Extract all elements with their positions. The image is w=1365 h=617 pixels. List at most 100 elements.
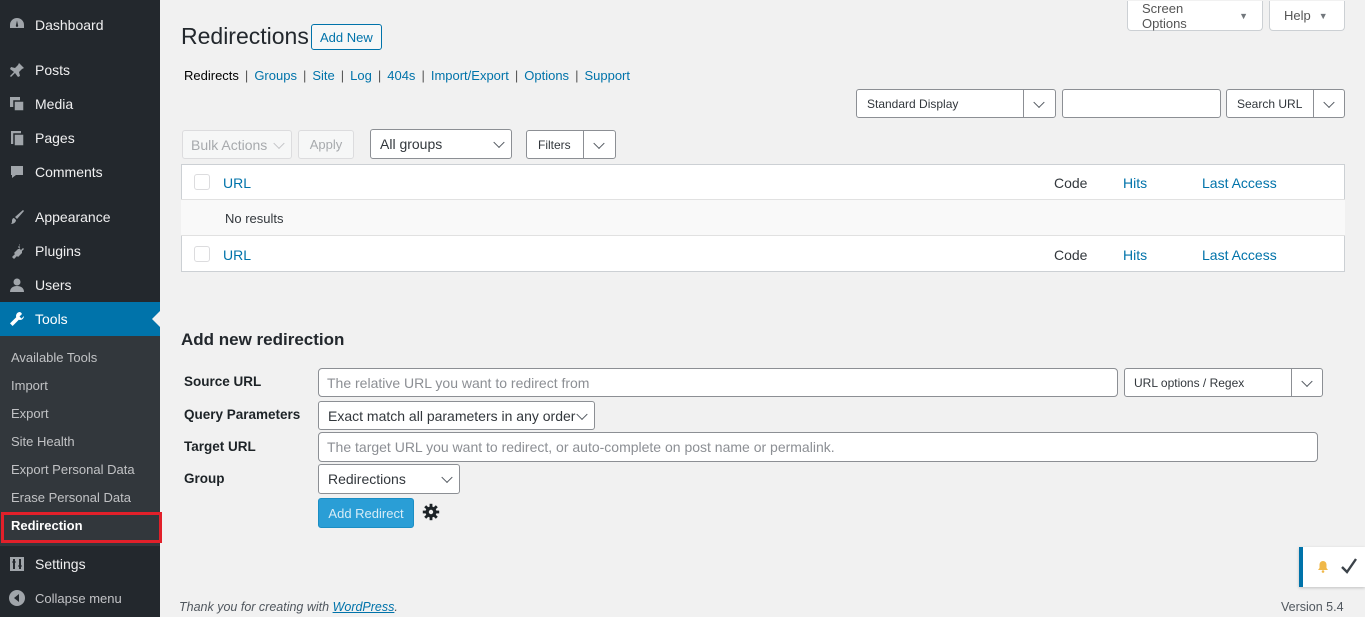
query-parameters-select[interactable]: Exact match all parameters in any order [318, 401, 595, 430]
submenu-import[interactable]: Import [11, 378, 48, 393]
url-options-value: URL options / Regex [1134, 375, 1245, 390]
submenu-available-tools[interactable]: Available Tools [11, 350, 97, 365]
screen-options-button[interactable]: Screen Options ▼ [1127, 1, 1263, 31]
admin-sidebar: Dashboard Posts Media Pages Comments App… [0, 0, 162, 617]
menu-pages[interactable]: Pages [0, 121, 160, 155]
column-last-access[interactable]: Last Access [1202, 247, 1277, 263]
filters-button[interactable]: Filters [526, 130, 616, 159]
footer-thanks-text: Thank you for creating with [179, 600, 330, 614]
subnav-separator: | [421, 68, 425, 83]
menu-label: Comments [35, 164, 103, 180]
search-input[interactable] [1062, 89, 1221, 118]
footer-thanks: Thank you for creating with WordPress. [179, 600, 398, 614]
display-select[interactable]: Standard Display [856, 89, 1056, 118]
subnav: Redirects | Groups | Site | Log | 404s |… [184, 68, 630, 83]
chevron-down-icon [593, 137, 605, 149]
menu-collapse[interactable]: Collapse menu [0, 581, 160, 615]
url-options-select[interactable]: URL options / Regex [1124, 368, 1323, 397]
column-last-access[interactable]: Last Access [1202, 175, 1277, 191]
subnav-log[interactable]: Log [350, 68, 372, 83]
source-url-label: Source URL [184, 374, 262, 389]
submenu-site-health[interactable]: Site Health [11, 434, 75, 449]
help-label: Help [1284, 8, 1311, 23]
submenu-export-personal-data[interactable]: Export Personal Data [11, 462, 135, 477]
chevron-down-icon [441, 471, 453, 484]
subnav-import-export[interactable]: Import/Export [431, 68, 509, 83]
menu-plugins[interactable]: Plugins [0, 234, 160, 268]
apply-button[interactable]: Apply [298, 130, 354, 159]
subnav-options[interactable]: Options [524, 68, 569, 83]
subnav-site[interactable]: Site [312, 68, 334, 83]
menu-users[interactable]: Users [0, 268, 160, 302]
bulk-actions-value: Bulk Actions [191, 136, 268, 153]
select-all-checkbox[interactable] [194, 246, 210, 262]
wordpress-link[interactable]: WordPress [333, 600, 395, 614]
select-divider [583, 131, 584, 158]
menu-label: Media [35, 96, 74, 112]
add-new-button[interactable]: Add New [311, 24, 382, 50]
settings-icon [8, 555, 26, 573]
submenu-erase-personal-data[interactable]: Erase Personal Data [11, 490, 131, 505]
group-label: Group [184, 471, 225, 486]
empty-message: No results [225, 211, 284, 226]
chevron-down-icon [1301, 375, 1313, 387]
menu-label: Tools [35, 311, 68, 327]
add-redirect-button[interactable]: Add Redirect [318, 498, 414, 528]
source-url-placeholder: The relative URL you want to redirect fr… [327, 374, 590, 391]
select-all-checkbox[interactable] [194, 174, 210, 190]
target-url-input[interactable]: The target URL you want to redirect, or … [318, 432, 1318, 462]
menu-label: Posts [35, 62, 71, 78]
subnav-support[interactable]: Support [584, 68, 630, 83]
subnav-redirects[interactable]: Redirects [184, 68, 239, 83]
column-url[interactable]: URL [223, 247, 251, 263]
menu-media[interactable]: Media [0, 87, 160, 121]
menu-label: Appearance [35, 209, 111, 225]
subnav-groups[interactable]: Groups [254, 68, 297, 83]
column-code: Code [1054, 175, 1088, 191]
select-divider [1023, 90, 1024, 117]
groups-select[interactable]: All groups [370, 129, 512, 159]
help-button[interactable]: Help ▼ [1269, 1, 1345, 31]
column-code: Code [1054, 247, 1088, 263]
chevron-down-icon [273, 137, 285, 149]
submenu-export[interactable]: Export [11, 406, 49, 421]
collapse-icon [8, 589, 26, 607]
menu-dashboard[interactable]: Dashboard [0, 8, 160, 42]
notification-widget[interactable] [1299, 547, 1365, 587]
menu-comments[interactable]: Comments [0, 155, 160, 189]
column-url[interactable]: URL [223, 175, 251, 191]
filters-label: Filters [538, 137, 571, 152]
column-hits[interactable]: Hits [1123, 247, 1147, 263]
wrench-icon [8, 310, 26, 328]
menu-posts[interactable]: Posts [0, 53, 160, 87]
source-url-input[interactable]: The relative URL you want to redirect fr… [318, 368, 1118, 397]
footer-period: . [394, 600, 398, 614]
pin-icon [8, 61, 26, 79]
checkmark-icon[interactable] [1339, 556, 1359, 579]
select-divider [1313, 90, 1314, 117]
bell-icon [1317, 560, 1329, 576]
chevron-down-icon [493, 136, 505, 149]
comment-icon [8, 163, 26, 181]
group-select-value: Redirections [328, 471, 406, 487]
display-select-value: Standard Display [867, 96, 959, 111]
bulk-actions-select[interactable]: Bulk Actions [182, 130, 292, 159]
table-row: No results [181, 200, 1345, 236]
subnav-404s[interactable]: 404s [387, 68, 415, 83]
menu-settings[interactable]: Settings [0, 547, 160, 581]
chevron-down-icon [1323, 96, 1335, 108]
subnav-separator: | [244, 68, 249, 83]
group-select[interactable]: Redirections [318, 464, 460, 494]
gear-icon[interactable] [422, 503, 440, 521]
subnav-separator: | [575, 68, 579, 83]
menu-appearance[interactable]: Appearance [0, 200, 160, 234]
media-icon [8, 95, 26, 113]
menu-label: Plugins [35, 243, 81, 259]
dashboard-icon [8, 16, 26, 34]
column-hits[interactable]: Hits [1123, 175, 1147, 191]
search-url-button[interactable]: Search URL [1226, 89, 1345, 118]
query-parameters-value: Exact match all parameters in any order [328, 407, 576, 424]
menu-tools[interactable]: Tools [0, 302, 160, 336]
subnav-separator: | [302, 68, 307, 83]
plugin-icon [8, 242, 26, 260]
